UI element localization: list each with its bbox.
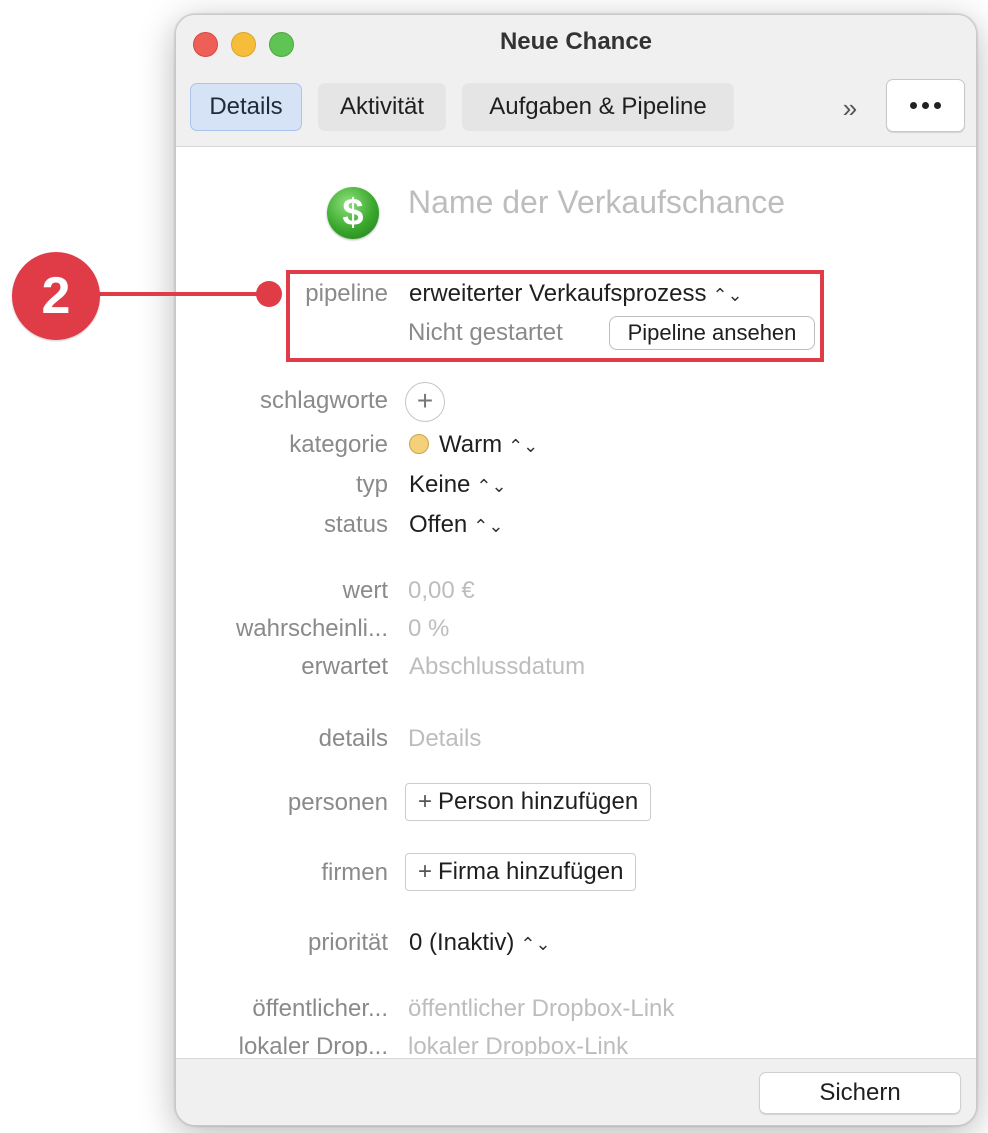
add-company-label: Firma hinzufügen (438, 858, 624, 885)
add-company-button[interactable]: + Firma hinzufügen (405, 853, 637, 891)
expected-date-field[interactable]: Abschlussdatum (409, 652, 585, 682)
dollar-icon: $ (327, 187, 379, 239)
chevron-updown-icon: ⌃⌄ (520, 933, 551, 954)
public-link-label: öffentlicher... (252, 995, 388, 1022)
plus-icon: + (418, 788, 433, 815)
priority-label: priorität (307, 929, 388, 956)
tags-label: schlagworte (259, 387, 388, 414)
category-label: kategorie (289, 431, 388, 458)
options-menu-button[interactable] (886, 79, 965, 132)
value-field[interactable]: 0,00 € (408, 576, 475, 606)
plus-icon: + (418, 858, 433, 885)
details-field[interactable]: Details (408, 724, 481, 754)
value-label: wert (342, 577, 388, 604)
add-person-label: Person hinzufügen (438, 788, 639, 815)
public-link-field[interactable]: öffentlicher Dropbox-Link (408, 994, 674, 1024)
add-tag-icon[interactable]: + (405, 382, 445, 422)
category-value: Warm (439, 431, 503, 458)
type-value: Keine (409, 471, 471, 498)
save-button[interactable]: Sichern (759, 1072, 961, 1114)
tab-aktivitaet[interactable]: Aktivität (318, 83, 446, 131)
callout-line (90, 292, 270, 296)
status-value: Offen (409, 511, 468, 538)
footer-bar: Sichern (176, 1058, 976, 1125)
priority-value: 0 (Inaktiv) (409, 929, 515, 956)
ellipsis-icon (910, 102, 917, 109)
callout-dot (256, 281, 282, 307)
window-title: Neue Chance (499, 28, 653, 55)
title-bar: Neue Chance Details Aktivität Aufgaben &… (176, 15, 976, 147)
tab-details[interactable]: Details (190, 83, 302, 131)
chevron-updown-icon: ⌃⌄ (508, 435, 539, 456)
persons-label: personen (287, 789, 388, 816)
more-tabs-icon[interactable]: » (830, 90, 866, 126)
probability-field[interactable]: 0 % (408, 614, 449, 644)
type-label: typ (355, 471, 388, 498)
probability-label: wahrscheinli... (235, 615, 388, 642)
local-link-label: lokaler Drop... (238, 1033, 388, 1056)
callout-number-badge: 2 (12, 252, 100, 340)
expected-label: erwartet (301, 653, 388, 680)
chevron-updown-icon: ⌃⌄ (476, 475, 507, 496)
local-link-field[interactable]: lokaler Dropbox-Link (408, 1032, 628, 1056)
pipeline-highlight-box (286, 270, 824, 362)
tab-aufgaben-pipeline[interactable]: Aufgaben & Pipeline (462, 83, 734, 131)
opportunity-name-input[interactable] (408, 180, 948, 224)
category-select[interactable]: Warm ⌃⌄ (409, 430, 538, 460)
category-color-icon (409, 434, 429, 455)
details-label: details (318, 725, 388, 752)
type-select[interactable]: Keine ⌃⌄ (409, 470, 507, 500)
companies-label: firmen (321, 859, 388, 886)
add-person-button[interactable]: + Person hinzufügen (405, 783, 652, 821)
chevron-updown-icon: ⌃⌄ (473, 515, 504, 536)
priority-select[interactable]: 0 (Inaktiv) ⌃⌄ (409, 928, 551, 958)
status-select[interactable]: Offen ⌃⌄ (409, 510, 503, 540)
status-label: status (323, 511, 388, 538)
